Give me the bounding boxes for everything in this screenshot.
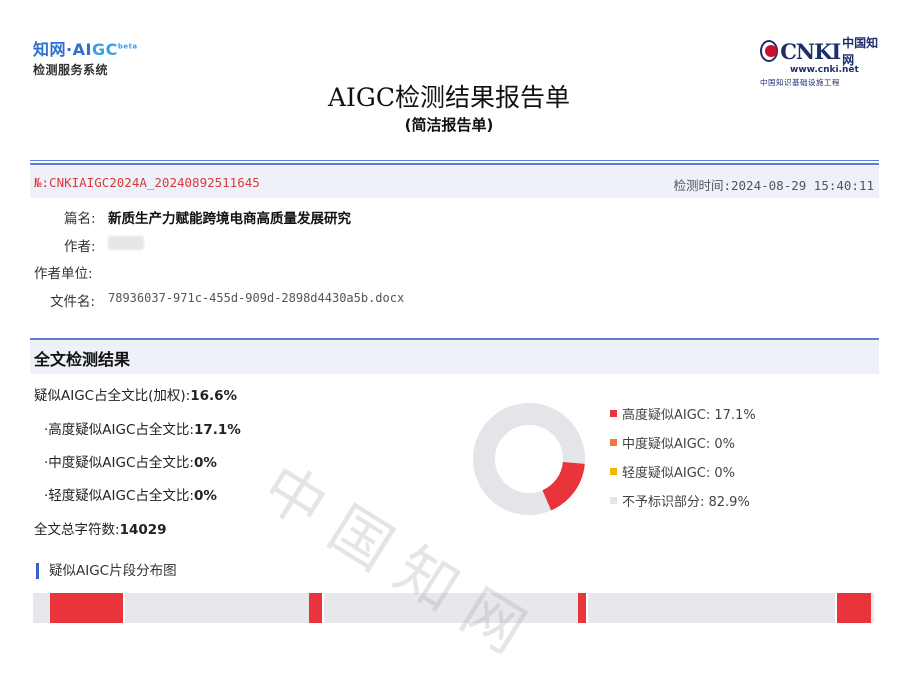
aigc-logo-line2: 检测服务系统 xyxy=(33,63,109,77)
distribution-separator xyxy=(123,593,125,623)
low-ratio: ·轻度疑似AIGC占全文比:0% xyxy=(44,484,217,504)
logo-text-beta: beta xyxy=(117,42,138,51)
total-chars-value: 14029 xyxy=(119,522,167,538)
legend-item: 轻度疑似AIGC: 0% xyxy=(610,462,756,481)
legend-label: 轻度疑似AIGC: 0% xyxy=(622,466,736,481)
paper-title-label: 篇名: xyxy=(64,211,96,227)
header-divider xyxy=(30,160,879,161)
cnki-logo-text: CNKI xyxy=(780,38,841,64)
logo-text-gc: GC xyxy=(91,40,118,59)
logo-text-ai: AI xyxy=(72,40,92,59)
legend-item: 不予标识部分: 82.9% xyxy=(610,491,756,510)
total-chars-label: 全文总字符数: xyxy=(34,522,120,538)
high-ratio: ·高度疑似AIGC占全文比:17.1% xyxy=(44,418,241,438)
legend-label: 高度疑似AIGC: 17.1% xyxy=(622,408,756,423)
author-org-label: 作者单位: xyxy=(34,266,93,282)
paper-title-value: 新质生产力赋能跨境电商高质量发展研究 xyxy=(108,211,351,227)
distribution-segment xyxy=(836,593,872,623)
report-number: №:CNKIAIGC2024A_20240892511645 xyxy=(34,175,260,190)
distribution-title: 疑似AIGC片段分布图 xyxy=(36,563,177,579)
cnki-logo-mark: CNKI 中国知网 xyxy=(760,34,880,68)
low-ratio-label: ·轻度疑似AIGC占全文比: xyxy=(44,488,194,504)
low-ratio-value: 0% xyxy=(193,488,217,504)
legend-swatch xyxy=(610,468,617,475)
mid-ratio-value: 0% xyxy=(193,455,217,471)
section-title: 全文检测结果 xyxy=(34,350,131,369)
distribution-segment xyxy=(49,593,124,623)
aigc-logo: 知网·AIGCbeta 检测服务系统 xyxy=(33,36,138,78)
distribution-segment xyxy=(308,593,323,623)
legend-swatch xyxy=(610,497,617,504)
aigc-donut-chart xyxy=(473,403,585,515)
legend-label: 中度疑似AIGC: 0% xyxy=(622,437,736,452)
cnki-globe-icon xyxy=(760,40,779,62)
aigc-logo-line1: 知网·AIGCbeta xyxy=(33,36,138,60)
weighted-ratio: 疑似AIGC占全文比(加权):16.6% xyxy=(34,384,237,404)
cnki-logo-cn: 中国知网 xyxy=(842,36,879,67)
report-title: AIGC检测结果报告单 xyxy=(327,83,571,112)
legend-item: 中度疑似AIGC: 0% xyxy=(610,433,756,452)
donut-legend: 高度疑似AIGC: 17.1% 中度疑似AIGC: 0% 轻度疑似AIGC: 0% 不… xyxy=(610,404,756,520)
mid-ratio-label: ·中度疑似AIGC占全文比: xyxy=(44,455,194,471)
legend-swatch xyxy=(610,439,617,446)
file-name-value: 78936037-971c-455d-909d-2898d4430a5b.doc… xyxy=(108,291,405,305)
distribution-separator xyxy=(322,593,324,623)
logo-text-zhiwang: 知网· xyxy=(33,40,73,59)
file-name-label: 文件名: xyxy=(50,294,96,310)
author-value-redacted xyxy=(108,236,144,250)
distribution-separator xyxy=(835,593,837,623)
header-divider-thick xyxy=(30,163,879,165)
legend-item: 高度疑似AIGC: 17.1% xyxy=(610,404,756,423)
weighted-ratio-value: 16.6% xyxy=(190,388,238,404)
high-ratio-value: 17.1% xyxy=(193,422,241,438)
high-ratio-label: ·高度疑似AIGC占全文比: xyxy=(44,422,194,438)
mid-ratio: ·中度疑似AIGC占全文比:0% xyxy=(44,451,217,471)
weighted-ratio-label: 疑似AIGC占全文比(加权): xyxy=(34,388,191,404)
distribution-separator xyxy=(586,593,588,623)
report-subtitle: (简洁报告单) xyxy=(404,116,494,134)
total-chars: 全文总字符数:14029 xyxy=(34,518,167,538)
legend-swatch xyxy=(610,410,617,417)
author-label: 作者: xyxy=(64,239,96,255)
check-time: 检测时间:2024-08-29 15:40:11 xyxy=(673,178,874,193)
section-header-bar xyxy=(30,340,879,374)
legend-label: 不予标识部分: 82.9% xyxy=(622,495,750,510)
